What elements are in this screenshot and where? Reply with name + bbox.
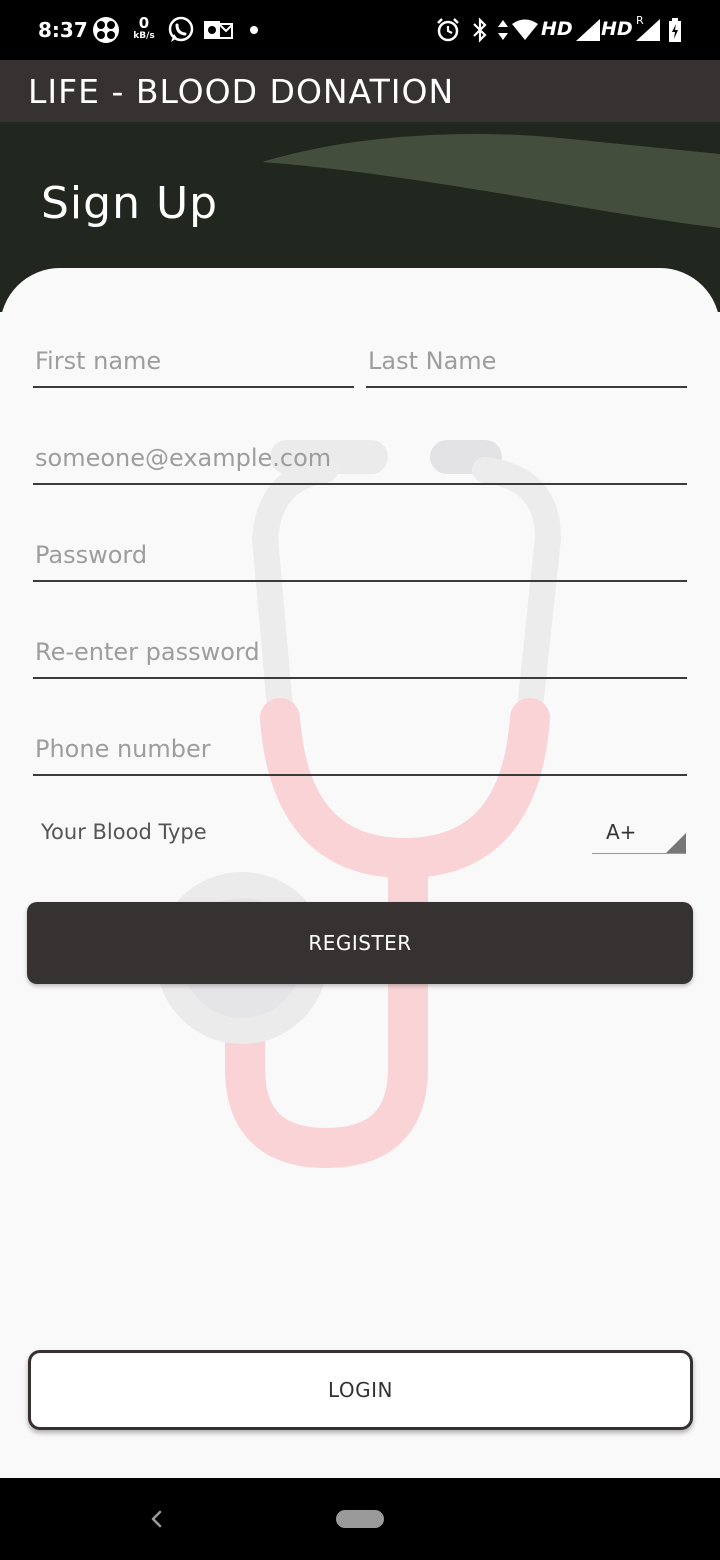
data-rate-unit: kB/s <box>133 31 155 41</box>
first-name-input[interactable] <box>33 338 354 384</box>
notification-dot <box>250 26 258 34</box>
blood-type-label: Your Blood Type <box>41 820 207 844</box>
data-rate-value: 0 <box>138 14 150 32</box>
fan-icon <box>90 14 122 46</box>
app-title: LIFE - BLOOD DONATION <box>28 72 455 111</box>
first-name-field[interactable] <box>33 338 354 388</box>
back-icon[interactable] <box>144 1502 168 1536</box>
email-field[interactable] <box>33 435 687 485</box>
page-title: Sign Up <box>41 178 219 229</box>
status-bar: 8:37 0 kB/s HD HD R <box>0 0 720 60</box>
phone-input[interactable] <box>33 726 687 772</box>
navigation-bar <box>0 1478 720 1560</box>
email-input[interactable] <box>33 435 687 481</box>
data-rate-indicator: 0 kB/s <box>130 16 158 41</box>
battery-charging-icon <box>666 14 684 46</box>
signal-icon <box>574 14 602 46</box>
home-pill-icon[interactable] <box>336 1510 384 1528</box>
bluetooth-icon <box>470 14 490 46</box>
dropdown-arrow-icon <box>666 833 686 853</box>
signal-icon <box>634 14 662 46</box>
wifi-icon <box>510 14 540 46</box>
status-time: 8:37 <box>38 18 88 42</box>
network-type-1: HD <box>541 18 573 40</box>
password-field[interactable] <box>33 532 687 582</box>
reenter-password-input[interactable] <box>33 629 687 675</box>
reenter-password-field[interactable] <box>33 629 687 679</box>
network-type-2: HD <box>601 18 633 40</box>
register-button[interactable]: REGISTER <box>27 902 693 984</box>
data-arrows-icon <box>496 14 510 46</box>
app-bar: LIFE - BLOOD DONATION <box>0 60 720 122</box>
outlook-icon <box>202 14 234 46</box>
last-name-input[interactable] <box>366 338 687 384</box>
blood-type-select[interactable]: A+ <box>592 814 686 854</box>
signup-card: Your Blood Type A+ REGISTER LOGIN <box>0 268 720 1478</box>
password-input[interactable] <box>33 532 687 578</box>
last-name-field[interactable] <box>366 338 687 388</box>
whatsapp-icon <box>166 14 196 46</box>
phone-field[interactable] <box>33 726 687 776</box>
blood-type-value: A+ <box>606 820 637 844</box>
alarm-icon <box>434 14 462 46</box>
login-button[interactable]: LOGIN <box>28 1350 693 1430</box>
